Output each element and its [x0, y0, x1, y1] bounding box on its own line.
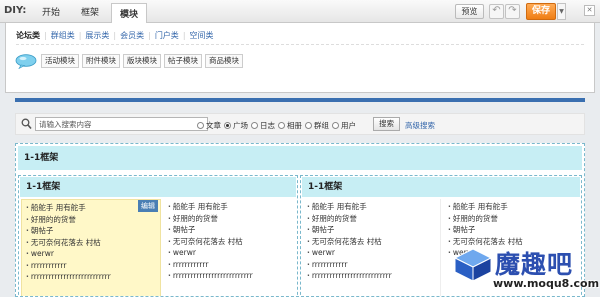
diy-module-panel: 论坛类 | 群组类 | 展示类 | 会员类 | 门户类 | 空间类 活动模块 附件模块 版块模块 帖…	[5, 23, 595, 93]
list-item[interactable]: 无可奈何花落去 村枯	[307, 236, 392, 248]
list-item[interactable]: rrrrrrrrrrrrrrrrrrrrrrrrrrr	[26, 271, 111, 283]
header-strip	[15, 98, 585, 102]
list-item[interactable]: rrrrrrrrrrrrrrrrrrrrrrrrrrr	[307, 270, 392, 282]
category-member[interactable]: 会员类	[120, 31, 144, 40]
post-list: 船舵手 用有舵手 好朋的的货誉 朝帖子 无可奈何花落去 村枯 werwr rrr…	[307, 201, 392, 282]
preview-button[interactable]: 预览	[455, 4, 484, 19]
tab-start[interactable]: 开始	[42, 5, 60, 18]
module-thread[interactable]: 帖子模块	[164, 54, 202, 68]
cube-logo-icon	[453, 248, 493, 282]
radio-user[interactable]: 用户	[332, 120, 356, 131]
list-item[interactable]: 好朋的的货誉	[307, 213, 392, 225]
list-item[interactable]: rrrrrrrrrrrr	[307, 259, 392, 271]
left-frame[interactable]: 1-1框架 编辑 船舵手 用有舵手 好朋的的货誉 朝帖子 无可奈何花落去 村枯 …	[18, 175, 298, 296]
frame-title: 1-1框架	[20, 177, 296, 197]
diy-toolbar: DIY: 开始 框架 模块 预览 ↶ ↷ 保存 ▼ ✕	[0, 0, 600, 24]
speech-bubble-icon	[15, 54, 37, 69]
module-goods[interactable]: 商品模块	[205, 54, 243, 68]
watermark-title: 魔趣吧	[495, 250, 574, 279]
list-item[interactable]: 船舵手 用有舵手	[448, 201, 523, 213]
list-item[interactable]: 朝帖子	[26, 225, 111, 237]
list-item[interactable]: rrrrrrrrrrrr	[26, 260, 111, 272]
module-list: 活动模块 附件模块 版块模块 帖子模块 商品模块	[41, 54, 243, 68]
list-item[interactable]: 无可奈何花落去 村枯	[26, 237, 111, 249]
module-board[interactable]: 版块模块	[123, 54, 161, 68]
save-dropdown-icon[interactable]: ▼	[557, 3, 566, 20]
list-item[interactable]: 船舵手 用有舵手	[26, 202, 111, 214]
category-group[interactable]: 群组类	[51, 31, 75, 40]
list-item[interactable]: rrrrrrrrrrrrrrrrrrrrrrrrrrr	[168, 270, 253, 282]
list-item[interactable]: 船舵手 用有舵手	[168, 201, 253, 213]
frame-title: 1-1框架	[18, 146, 582, 170]
redo-icon[interactable]: ↷	[505, 4, 520, 19]
category-space[interactable]: 空间类	[190, 31, 214, 40]
list-item[interactable]: rrrrrrrrrrrr	[168, 259, 253, 271]
module-activity[interactable]: 活动模块	[41, 54, 79, 68]
undo-icon[interactable]: ↶	[489, 4, 504, 19]
save-button[interactable]: 保存	[526, 3, 556, 20]
divider	[16, 44, 584, 45]
radio-group[interactable]: 群组	[305, 120, 329, 131]
radio-blog[interactable]: 日志	[251, 120, 275, 131]
list-item[interactable]: 朝帖子	[448, 224, 523, 236]
search-input[interactable]	[35, 117, 208, 131]
tab-frame[interactable]: 框架	[81, 5, 99, 18]
close-icon[interactable]: ✕	[584, 5, 595, 16]
list-item[interactable]: 无可奈何花落去 村枯	[168, 236, 253, 248]
post-list: 船舵手 用有舵手 好朋的的货誉 朝帖子 无可奈何花落去 村枯 werwr rrr…	[26, 202, 111, 283]
post-module-highlighted[interactable]: 编辑 船舵手 用有舵手 好朋的的货誉 朝帖子 无可奈何花落去 村枯 werwr …	[21, 199, 161, 296]
list-item[interactable]: werwr	[168, 247, 253, 259]
list-item[interactable]: 船舵手 用有舵手	[307, 201, 392, 213]
list-item[interactable]: 朝帖子	[168, 224, 253, 236]
category-forum[interactable]: 论坛类	[16, 31, 40, 40]
post-module[interactable]: 船舵手 用有舵手 好朋的的货誉 朝帖子 无可奈何花落去 村枯 werwr rrr…	[303, 199, 441, 296]
watermark-url: www.moqu8.com	[493, 277, 600, 290]
category-nav: 论坛类 | 群组类 | 展示类 | 会员类 | 门户类 | 空间类	[16, 31, 214, 40]
list-item[interactable]: werwr	[307, 247, 392, 259]
search-bar: 文章 广场 日志 相册 群组 用户 搜索 高级搜索	[15, 113, 585, 135]
radio-album[interactable]: 相册	[278, 120, 302, 131]
advanced-search-link[interactable]: 高级搜索	[405, 120, 435, 131]
search-button[interactable]: 搜索	[373, 117, 400, 131]
list-item[interactable]: 好朋的的货誉	[168, 213, 253, 225]
list-item[interactable]: 朝帖子	[307, 224, 392, 236]
radio-article[interactable]: 文章	[197, 120, 221, 131]
post-list: 船舵手 用有舵手 好朋的的货誉 朝帖子 无可奈何花落去 村枯 werwr rrr…	[168, 201, 253, 282]
category-portal[interactable]: 门户类	[155, 31, 179, 40]
list-item[interactable]: 好朋的的货誉	[26, 214, 111, 226]
frame-title: 1-1框架	[302, 177, 580, 197]
category-display[interactable]: 展示类	[85, 31, 109, 40]
watermark: 魔趣吧 www.moqu8.com	[453, 243, 600, 295]
search-scope: 文章 广场 日志 相册 群组 用户	[197, 120, 359, 131]
post-module[interactable]: 船舵手 用有舵手 好朋的的货誉 朝帖子 无可奈何花落去 村枯 werwr rrr…	[164, 199, 296, 296]
list-item[interactable]: 好朋的的货誉	[448, 213, 523, 225]
module-attachment[interactable]: 附件模块	[82, 54, 120, 68]
list-item[interactable]: werwr	[26, 248, 111, 260]
radio-square[interactable]: 广场	[224, 120, 248, 131]
diy-label: DIY:	[4, 5, 27, 16]
search-icon	[21, 118, 32, 130]
tab-module[interactable]: 模块	[111, 3, 148, 24]
edit-button[interactable]: 编辑	[138, 200, 158, 212]
